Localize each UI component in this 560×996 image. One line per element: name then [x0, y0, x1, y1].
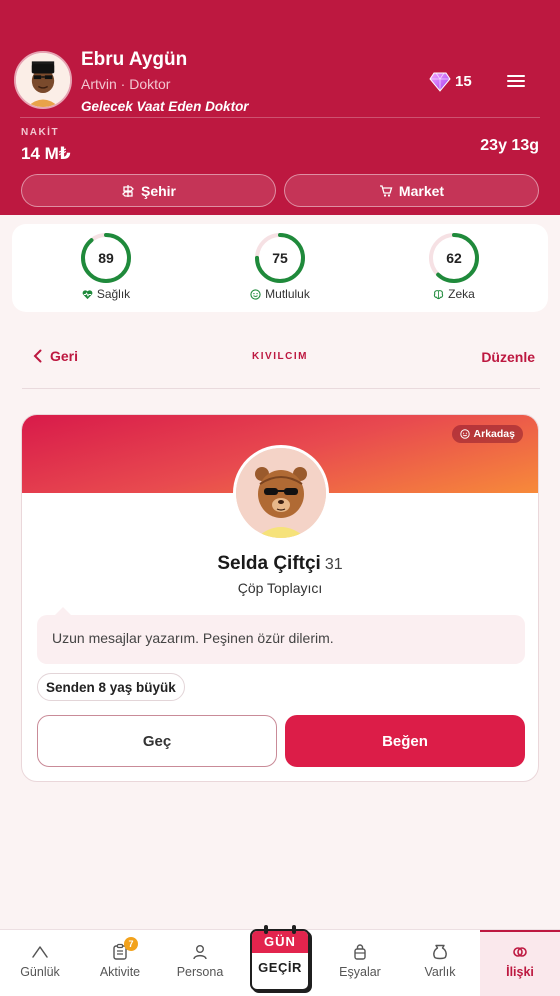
skip-button[interactable]: Geç	[37, 715, 277, 767]
health-ring: 89	[81, 233, 131, 283]
player-title: Gelecek Vaat Eden Doktor	[81, 99, 249, 114]
header-divider	[20, 117, 540, 118]
bag-icon	[354, 944, 366, 960]
relationship-badge: Arkadaş	[451, 425, 523, 443]
gem-count: 15	[455, 73, 472, 90]
player-header: Ebru Aygün Artvin · Doktor Gelecek Vaat …	[0, 0, 560, 215]
intelligence-ring: 62	[429, 233, 479, 283]
nav-item-gunluk[interactable]: Günlük	[0, 930, 80, 996]
like-button[interactable]: Beğen	[285, 715, 525, 767]
intelligence-value: 62	[446, 250, 462, 266]
match-name-row: Selda Çiftçi 31	[22, 553, 538, 575]
stat-happiness[interactable]: 75 Mutluluk	[225, 232, 335, 301]
hamburger-menu-icon[interactable]	[505, 72, 527, 90]
intelligence-label: Zeka	[448, 287, 475, 301]
stats-card: 89 Sağlık 75 Mutluluk 62 Zeka	[12, 224, 548, 312]
happiness-value: 75	[272, 250, 288, 266]
relationship-badge-label: Arkadaş	[473, 428, 515, 440]
advance-day-top-label: GÜN	[252, 931, 308, 953]
chart-icon	[32, 946, 48, 958]
health-label: Sağlık	[96, 287, 131, 301]
advance-day-bottom-label: GEÇİR	[258, 960, 302, 975]
nav-item-varlik[interactable]: Varlık	[400, 930, 480, 996]
happiness-label: Mutluluk	[265, 287, 310, 301]
advance-day-button[interactable]: GÜN GEÇİR	[248, 925, 312, 993]
city-button-label: Şehir	[140, 182, 176, 199]
nav-divider	[22, 388, 540, 389]
match-bio: Uzun mesajlar yazarım. Peşinen özür dile…	[37, 607, 525, 664]
match-age: 31	[324, 556, 343, 573]
health-value: 89	[98, 250, 114, 266]
match-job: Çöp Toplayıcı	[237, 580, 323, 596]
brain-icon	[434, 289, 444, 299]
cash-value: 14 M₺	[21, 144, 71, 163]
player-location-job: Artvin · Doktor	[81, 76, 171, 92]
nav-label: Günlük	[20, 965, 60, 979]
player-age: 23y 13g	[480, 137, 539, 154]
player-avatar-image	[16, 53, 70, 107]
nav-label: Varlık	[424, 965, 456, 979]
happiness-ring: 75	[255, 233, 305, 283]
stat-intelligence[interactable]: 62 Zeka	[399, 232, 509, 301]
activity-badge: 7	[124, 937, 138, 951]
section-title: KIVILCIM	[252, 351, 308, 362]
person-icon	[193, 945, 207, 960]
signpost-icon	[122, 184, 134, 197]
nav-label: İlişki	[506, 965, 534, 979]
gem-icon[interactable]	[429, 72, 451, 92]
market-button[interactable]: Market	[284, 174, 539, 207]
cash-label: NAKİT	[21, 127, 60, 138]
player-name: Ebru Aygün	[81, 49, 188, 70]
smile-icon	[250, 288, 261, 300]
age-difference-chip: Senden 8 yaş büyük	[37, 673, 185, 701]
market-button-label: Market	[398, 182, 445, 199]
smile-icon	[459, 429, 470, 439]
match-name: Selda Çiftçi	[217, 553, 321, 574]
calendar-ring	[264, 925, 268, 934]
nav-label: Persona	[176, 965, 224, 979]
nav-label: Eşyalar	[339, 965, 381, 979]
stat-health[interactable]: 89 Sağlık	[51, 232, 161, 301]
nav-item-esyalar[interactable]: Eşyalar	[320, 930, 400, 996]
heartbeat-icon	[82, 289, 93, 299]
nav-label: Aktivite	[99, 965, 141, 979]
money-bag-icon	[433, 944, 447, 960]
cart-icon	[379, 184, 393, 197]
city-button[interactable]: Şehir	[21, 174, 276, 207]
nav-item-iliski[interactable]: İlişki	[480, 930, 560, 996]
match-profile-card: Arkadaş Selda Çiftçi 31 Çöp Toplayıcı Uzu…	[21, 414, 539, 782]
match-avatar[interactable]	[233, 445, 329, 541]
player-avatar[interactable]	[14, 51, 72, 109]
nav-item-persona[interactable]: Persona	[160, 930, 240, 996]
calendar-ring	[292, 925, 296, 934]
calendar-icon: GÜN GEÇİR	[250, 929, 310, 991]
edit-button[interactable]: Düzenle	[481, 349, 535, 365]
nav-item-aktivite[interactable]: 7 Aktivite	[80, 930, 160, 996]
rings-icon	[513, 947, 527, 957]
match-avatar-image	[236, 448, 326, 538]
